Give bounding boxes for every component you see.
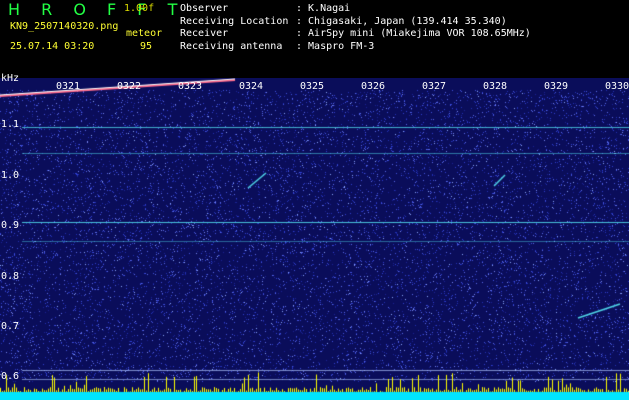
frequency-unit-label: kHz — [1, 73, 20, 84]
filename-label: KN9_2507140320.png — [10, 21, 119, 32]
header-panel: H R O F F T 1.00f KN9_2507140320.png met… — [0, 0, 629, 78]
y-tick-label: 0.7 — [1, 321, 20, 332]
x-tick-label: 0325 — [300, 81, 325, 92]
x-tick-label: 0321 — [56, 81, 81, 92]
meta-key: Receiving Location — [180, 15, 289, 27]
meta-key: Receiver — [180, 28, 229, 39]
meta-row-receiver: Receiver : AirSpy mini (Miakejima VOR 108… — [180, 28, 531, 41]
spectrogram-canvas — [0, 78, 629, 400]
y-tick-label: 1.0 — [1, 170, 20, 181]
meta-row-antenna: Receiving antenna : Maspro FM-3 — [180, 41, 531, 54]
x-tick-label: 0326 — [361, 81, 386, 92]
spectrogram-panel: kHz 1.1 1.0 0.9 0.8 0.7 0.6 0321 0322 0323 0324 0… — [0, 73, 629, 400]
meta-row-observer: Observer : K.Nagai — [180, 3, 531, 16]
meteor-label: meteor — [126, 28, 163, 39]
x-tick-label: 0328 — [483, 81, 508, 92]
meta-value: : Chigasaki, Japan (139.414 35.340) — [296, 15, 507, 27]
meteor-count: 95 — [140, 41, 153, 52]
meta-value: : K.Nagai — [296, 3, 351, 14]
y-tick-label: 0.9 — [1, 220, 20, 231]
y-tick-label: 1.1 — [1, 119, 20, 130]
y-tick-label: 0.6 — [1, 371, 20, 382]
meta-value: : Maspro FM-3 — [296, 40, 375, 52]
x-tick-label: 0322 — [117, 81, 142, 92]
meta-row-location: Receiving Location : Chigasaki, Japan (13… — [180, 16, 531, 29]
y-tick-label: 0.8 — [1, 271, 20, 282]
x-tick-label: 0329 — [544, 81, 569, 92]
metadata-block: Observer : K.Nagai Receiving Location : Ch… — [180, 3, 531, 53]
x-tick-label: 0327 — [422, 81, 447, 92]
meta-value: : AirSpy mini (Miakejima VOR 108.65MHz) — [296, 28, 531, 39]
meta-key: Observer — [180, 3, 229, 14]
datetime-label: 25.07.14 03:20 — [10, 41, 95, 52]
app-title: H R O F F T — [8, 0, 186, 19]
x-tick-label: 0330 — [605, 81, 629, 92]
version-label: 1.00f — [124, 3, 155, 14]
x-tick-label: 0323 — [178, 81, 203, 92]
x-tick-label: 0324 — [239, 81, 264, 92]
meta-key: Receiving antenna — [180, 40, 283, 52]
